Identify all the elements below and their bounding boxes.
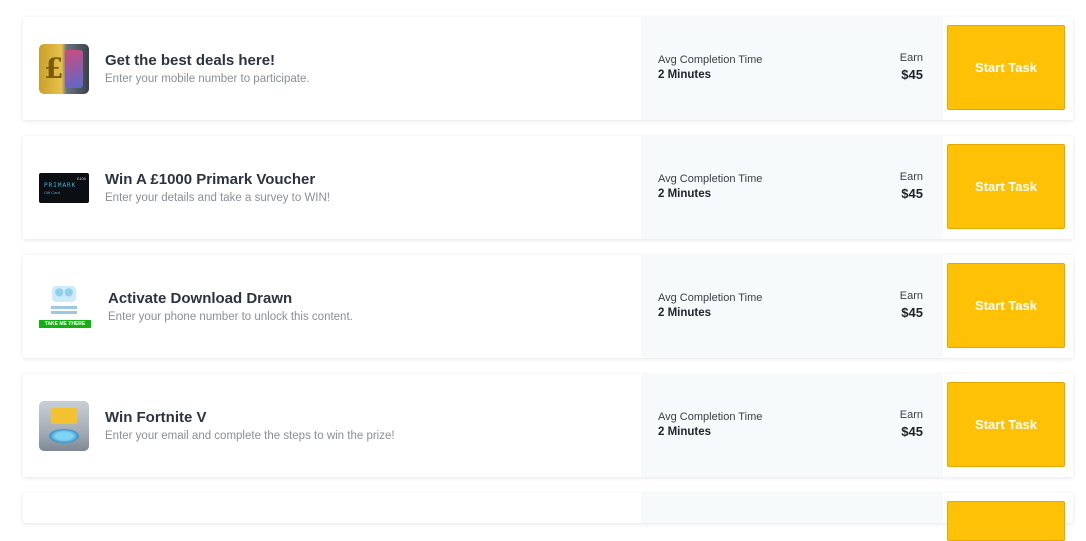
task-title: Get the best deals here! — [105, 52, 276, 69]
task-description: Enter your email and complete the steps … — [105, 430, 395, 442]
earn-label: Earn — [899, 290, 923, 302]
completion-time-label: Avg Completion Time — [658, 411, 763, 423]
completion-time-value: 2 Minutes — [658, 188, 712, 200]
earn-value: $45 — [901, 186, 923, 201]
task-card[interactable]: £100 PRIMARK Gift Card Win A £1000 Prima… — [23, 136, 1073, 239]
task-description: Enter your details and take a survey to … — [105, 192, 330, 204]
start-task-button[interactable]: Start Task — [947, 382, 1065, 467]
task-info: £ Get the best deals here! Enter your mo… — [23, 17, 641, 120]
task-card[interactable]: £ Get the best deals here! Enter your mo… — [23, 17, 1073, 120]
completion-time-value: 2 Minutes — [658, 426, 712, 438]
phone-deal-image: £ — [39, 43, 89, 94]
earn-label: Earn — [899, 52, 923, 64]
completion-time-label: Avg Completion Time — [658, 54, 763, 66]
task-description: Enter your mobile number to participate. — [105, 73, 310, 85]
task-list: £ Get the best deals here! Enter your mo… — [23, 17, 1073, 541]
earn-value: $45 — [901, 67, 923, 82]
task-title: Activate Download Drawn — [108, 290, 293, 307]
task-info: Win Fortnite V Enter your email and comp… — [23, 374, 641, 477]
earn-label: Earn — [899, 171, 923, 183]
start-task-button[interactable]: Start Task — [947, 144, 1065, 229]
task-card-partial[interactable] — [23, 493, 1073, 541]
fortnite-image — [39, 400, 89, 451]
start-task-button[interactable] — [947, 501, 1065, 541]
completion-time-label: Avg Completion Time — [658, 173, 763, 185]
earn-label: Earn — [899, 409, 923, 421]
task-description: Enter your phone number to unlock this c… — [108, 311, 353, 323]
task-meta: Avg Completion Time 2 Minutes Earn $45 — [641, 136, 943, 239]
task-card[interactable]: Win Fortnite V Enter your email and comp… — [23, 374, 1073, 477]
start-task-button[interactable]: Start Task — [947, 263, 1065, 348]
task-meta: Avg Completion Time 2 Minutes Earn $45 — [641, 255, 943, 358]
earn-value: $45 — [901, 424, 923, 439]
start-task-button[interactable]: Start Task — [947, 25, 1065, 110]
task-title: Win A £1000 Primark Voucher — [105, 171, 316, 188]
task-title: Win Fortnite V — [105, 409, 207, 426]
task-meta: Avg Completion Time 2 Minutes Earn $45 — [641, 17, 943, 120]
primark-card-image: £100 PRIMARK Gift Card — [39, 163, 89, 213]
completion-time-value: 2 Minutes — [658, 307, 712, 319]
earn-value: $45 — [901, 305, 923, 320]
task-meta: Avg Completion Time 2 Minutes Earn $45 — [641, 374, 943, 477]
completion-time-label: Avg Completion Time — [658, 292, 763, 304]
task-info: £100 PRIMARK Gift Card Win A £1000 Prima… — [23, 136, 641, 239]
lottery-image: TAKE ME THERE — [39, 281, 91, 332]
take-me-there-label: TAKE ME THERE — [39, 319, 91, 328]
task-info: TAKE ME THERE Activate Download Drawn En… — [23, 255, 641, 358]
task-card[interactable]: TAKE ME THERE Activate Download Drawn En… — [23, 255, 1073, 358]
completion-time-value: 2 Minutes — [658, 69, 712, 81]
